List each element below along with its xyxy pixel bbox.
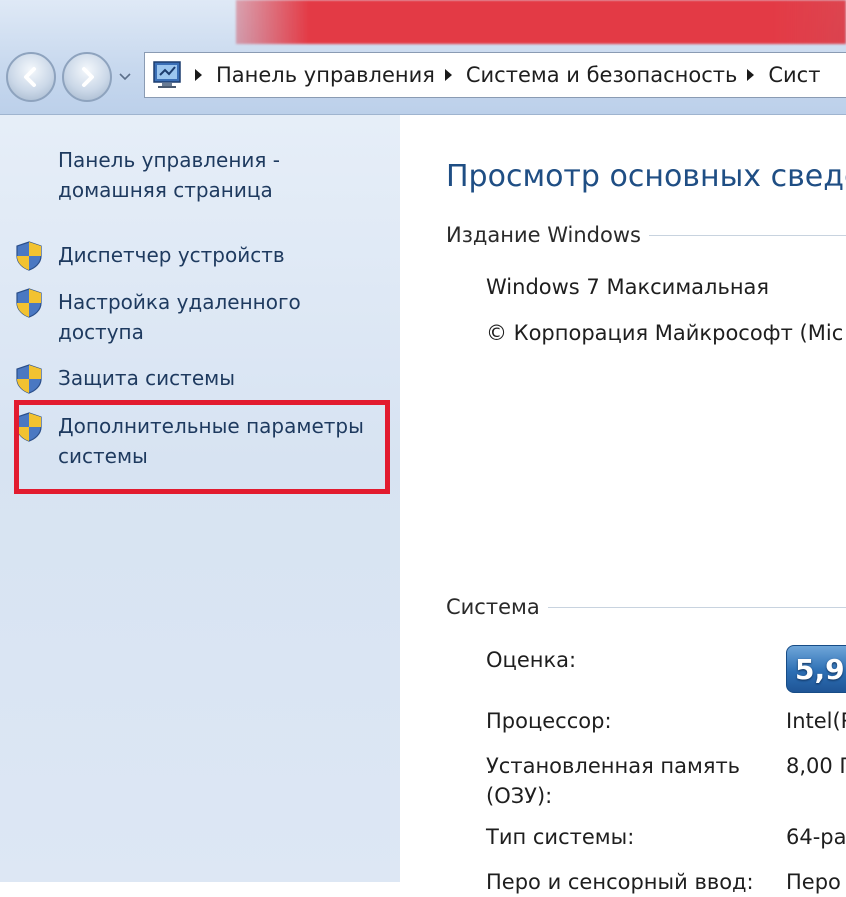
breadcrumb-separator-icon <box>444 69 452 81</box>
highlight-box <box>14 400 390 494</box>
windows-edition-heading: Издание Windows <box>446 223 846 247</box>
sidebar-item-system-protection[interactable]: Защита системы <box>14 363 394 395</box>
sidebar-item-label: Настройка удаленного доступа <box>58 290 301 344</box>
copyright-text: © Корпорация Майкрософт (Mic <box>486 321 844 345</box>
section-heading-text: Издание Windows <box>446 223 641 247</box>
sidebar-item-device-manager[interactable]: Диспетчер устройств <box>14 240 394 272</box>
section-heading-text: Система <box>446 595 540 619</box>
rating-label: Оценка: <box>486 648 577 672</box>
arrow-left-icon <box>24 67 36 87</box>
control-panel-home-link[interactable]: Панель управления - домашняя страница <box>58 145 378 205</box>
address-bar[interactable]: Панель управления Система и безопасность… <box>144 52 846 98</box>
pen-touch-label: Перо и сенсорный ввод: <box>486 870 754 894</box>
section-divider <box>648 234 846 236</box>
experience-index-badge[interactable]: 5,9 <box>786 645 846 693</box>
uac-shield-icon <box>16 241 42 271</box>
task-pane: Панель управления - домашняя страница Ди… <box>0 115 400 882</box>
breadcrumb-separator-icon <box>195 69 202 81</box>
breadcrumb-system[interactable]: Сист <box>768 63 820 87</box>
breadcrumb-separator-icon <box>747 69 755 81</box>
sidebar-item-remote-settings[interactable]: Настройка удаленного доступа <box>14 287 394 347</box>
main-content: Просмотр основных сведен Издание Windows… <box>400 115 846 894</box>
page-title: Просмотр основных сведен <box>446 159 846 194</box>
memory-label: Установленная память (ОЗУ): <box>486 754 741 808</box>
forward-button[interactable] <box>62 52 112 102</box>
uac-shield-icon <box>16 288 42 318</box>
control-panel-icon <box>153 61 181 88</box>
back-button[interactable] <box>6 52 56 102</box>
processor-label: Процессор: <box>486 709 612 733</box>
recent-pages-dropdown[interactable] <box>118 70 132 84</box>
memory-value: 8,00 Г <box>786 754 846 778</box>
breadcrumb-system-security[interactable]: Система и безопасность <box>466 63 737 87</box>
section-divider <box>547 606 846 608</box>
window-chrome: Панель управления Система и безопасность… <box>0 0 846 115</box>
windows-edition-value: Windows 7 Максимальная <box>486 275 770 299</box>
rating-value: 5,9 <box>795 652 845 686</box>
pen-touch-value: Перо <box>786 870 841 894</box>
sidebar-item-label: Защита системы <box>58 366 236 390</box>
chevron-down-icon <box>119 73 131 81</box>
title-bar-redacted <box>236 0 846 44</box>
uac-shield-icon <box>16 364 42 394</box>
system-heading: Система <box>446 595 846 619</box>
system-type-label: Тип системы: <box>486 825 635 849</box>
system-type-value: 64-ра <box>786 825 846 849</box>
sidebar-item-label: Диспетчер устройств <box>58 243 285 267</box>
arrow-right-icon <box>82 67 94 87</box>
processor-value: Intel(R <box>786 709 846 733</box>
breadcrumb-control-panel[interactable]: Панель управления <box>216 63 435 87</box>
